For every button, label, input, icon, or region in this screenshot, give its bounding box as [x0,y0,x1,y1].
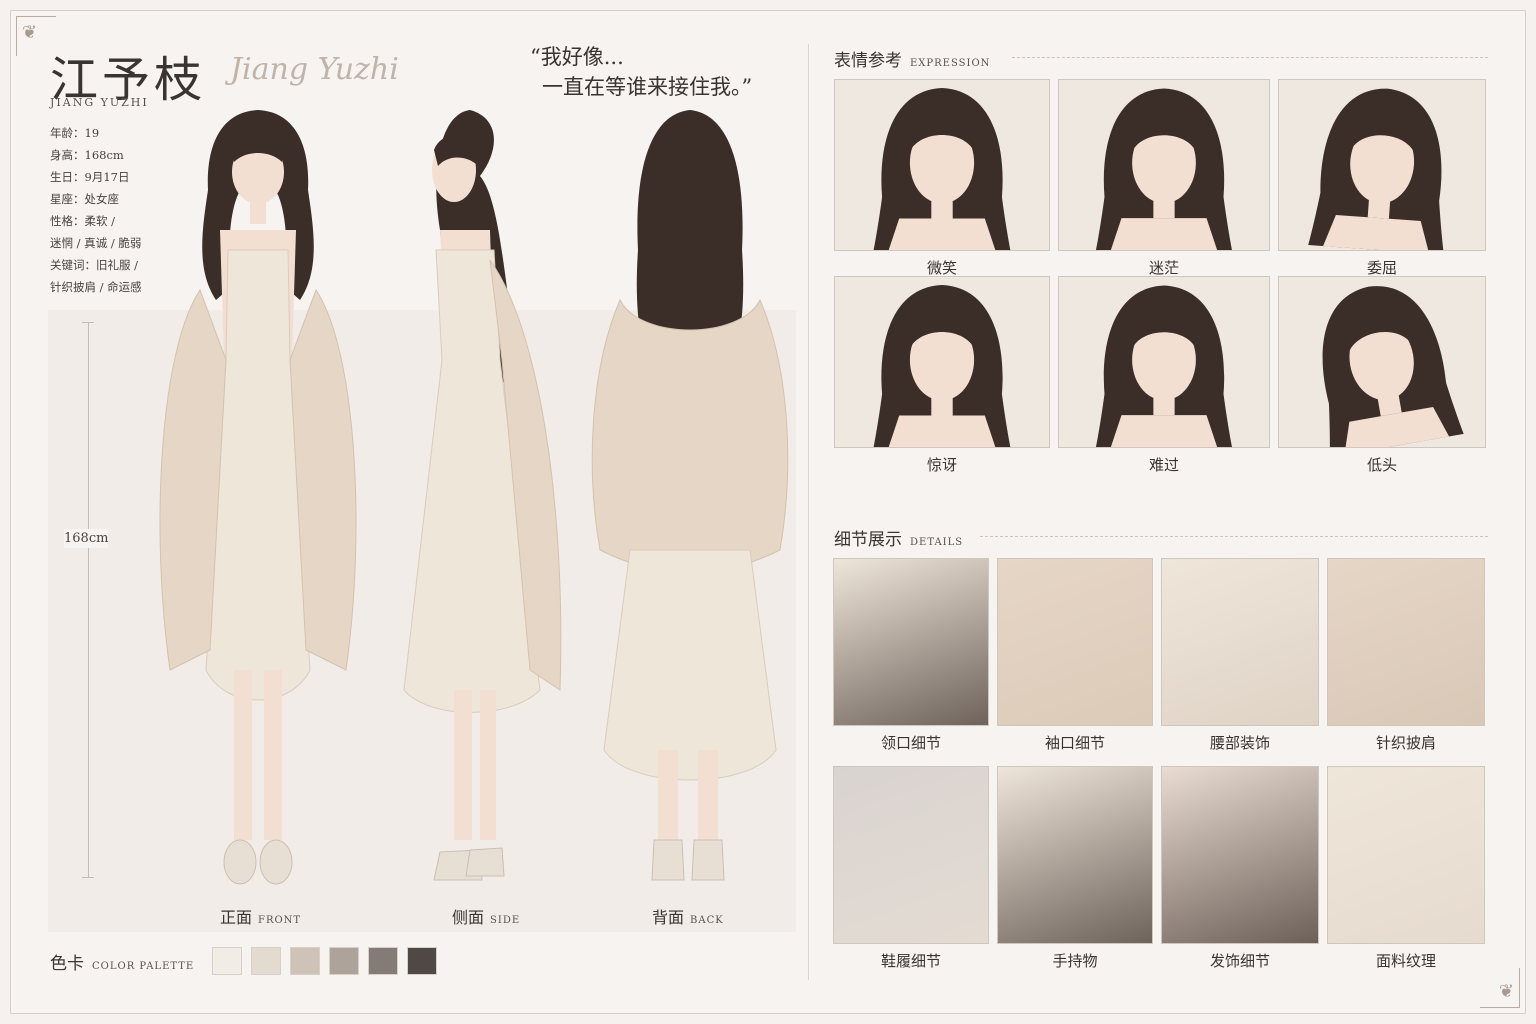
detail-thumbnail [1161,558,1319,726]
section-rule [980,536,1488,537]
expression-thumbnail [1278,79,1486,251]
view-label-side: 侧面 SIDE [452,904,520,928]
color-swatch [329,947,359,975]
view-label-cn: 侧面 [452,908,485,927]
view-label-en: SIDE [490,915,521,926]
detail-caption: 腰部装饰 [1209,734,1270,752]
info-line: 迷惘 / 真诚 / 脆弱 [50,236,142,250]
view-label-en: BACK [690,915,724,926]
color-swatch [212,947,242,975]
detail-caption: 手持物 [1052,952,1098,970]
detail-thumbnail [1327,766,1485,944]
detail-thumbnail [833,766,989,944]
expression-caption: 惊讶 [926,456,957,474]
details-section-title: 细节展示 DETAILS [834,525,963,550]
flourish-icon: ❦ [22,22,38,43]
palette-title: 色卡 COLOR PALETTE [50,949,194,974]
view-label-back: 背面 BACK [652,904,724,928]
expression-thumbnail [1058,276,1270,448]
info-line: 身高：168cm [50,148,124,162]
view-label-cn: 背面 [652,908,685,927]
section-title-cn: 表情参考 [834,51,902,71]
figure-back [591,110,789,881]
palette-title-en: COLOR PALETTE [92,961,195,972]
section-rule [1012,57,1488,58]
expression-caption: 难过 [1148,456,1179,474]
figure-front [159,110,357,885]
character-name-romanized: JIANG YUZHI [50,96,149,109]
expression-thumbnail [834,79,1050,251]
detail-caption: 发饰细节 [1209,952,1270,970]
detail-thumbnail [997,558,1153,726]
color-swatch [407,947,437,975]
info-line: 针织披肩 / 命运感 [50,280,142,294]
color-swatch [290,947,320,975]
detail-thumbnail [997,766,1153,944]
detail-caption: 面料纹理 [1375,952,1436,970]
detail-thumbnail [1327,558,1485,726]
view-label-en: FRONT [258,915,302,926]
ruler-tick [82,877,94,878]
expression-caption: 委屈 [1366,259,1397,277]
info-line: 关键词：旧礼服 / [50,258,139,272]
detail-thumbnail [833,558,989,726]
view-label-cn: 正面 [220,908,253,927]
figure-side [403,110,562,881]
section-title-en: DETAILS [910,537,964,548]
section-title-cn: 细节展示 [834,530,902,550]
color-swatch [368,947,398,975]
detail-caption: 领口细节 [880,734,941,752]
section-divider [808,44,809,980]
expression-caption: 迷茫 [1148,259,1179,277]
view-label-front: 正面 FRONT [220,904,301,928]
info-line: 性格：柔软 / [50,214,116,228]
info-line: 星座：处女座 [50,192,119,206]
expression-caption: 微笑 [926,259,957,277]
detail-caption: 袖口细节 [1044,734,1105,752]
detail-thumbnail [1161,766,1319,944]
palette-title-cn: 色卡 [50,954,84,974]
expression-thumbnail [1058,79,1270,251]
character-name-script: Jiang Yuzhi [230,52,399,87]
quote-line: 一直在等谁来接住我。” [542,75,753,99]
height-ruler [88,322,89,878]
flourish-icon: ❦ [1498,981,1514,1002]
character-quote: “我好像... 一直在等谁来接住我。” [530,42,752,102]
info-line: 生日：9月17日 [50,170,130,184]
expression-thumbnail [1278,276,1486,448]
expression-thumbnail [834,276,1050,448]
quote-line: “我好像... [530,45,624,69]
ruler-tick [82,322,94,323]
section-title-en: EXPRESSION [910,58,991,69]
profile-info: 年龄：19 身高：168cm 生日：9月17日 星座：处女座 性格：柔软 / 迷… [50,122,142,298]
expression-caption: 低头 [1366,456,1397,474]
color-swatch [251,947,281,975]
detail-caption: 鞋履细节 [880,952,941,970]
height-label: 168cm [64,529,109,548]
info-line: 年龄：19 [50,126,100,140]
expression-section-title: 表情参考 EXPRESSION [834,46,990,71]
detail-caption: 针织披肩 [1375,734,1436,752]
